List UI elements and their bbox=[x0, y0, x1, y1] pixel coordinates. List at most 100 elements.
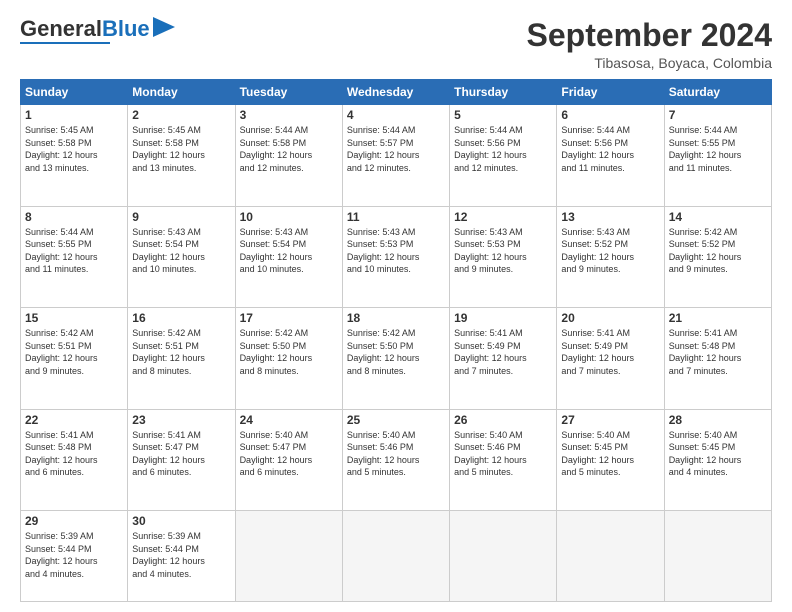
calendar-cell: 22Sunrise: 5:41 AM Sunset: 5:48 PM Dayli… bbox=[21, 409, 128, 510]
day-info: Sunrise: 5:41 AM Sunset: 5:48 PM Dayligh… bbox=[669, 327, 767, 377]
day-info: Sunrise: 5:39 AM Sunset: 5:44 PM Dayligh… bbox=[25, 530, 123, 580]
day-number: 18 bbox=[347, 311, 445, 325]
logo: GeneralBlue bbox=[20, 18, 175, 44]
calendar-cell bbox=[450, 511, 557, 602]
calendar-cell: 20Sunrise: 5:41 AM Sunset: 5:49 PM Dayli… bbox=[557, 308, 664, 409]
day-number: 14 bbox=[669, 210, 767, 224]
calendar-row: 22Sunrise: 5:41 AM Sunset: 5:48 PM Dayli… bbox=[21, 409, 772, 510]
day-number: 17 bbox=[240, 311, 338, 325]
day-number: 10 bbox=[240, 210, 338, 224]
day-info: Sunrise: 5:45 AM Sunset: 5:58 PM Dayligh… bbox=[132, 124, 230, 174]
calendar-cell: 14 Sunrise: 5:42 AM Sunset: 5:52 PM Dayli… bbox=[664, 206, 771, 307]
day-info: Sunrise: 5:43 AM Sunset: 5:53 PM Dayligh… bbox=[454, 226, 552, 276]
day-info: Sunrise: 5:45 AM Sunset: 5:58 PM Dayligh… bbox=[25, 124, 123, 174]
calendar-cell: 11 Sunrise: 5:43 AM Sunset: 5:53 PM Dayli… bbox=[342, 206, 449, 307]
calendar-cell bbox=[235, 511, 342, 602]
col-header-tuesday: Tuesday bbox=[235, 80, 342, 105]
day-info: Sunrise: 5:42 AM Sunset: 5:51 PM Dayligh… bbox=[25, 327, 123, 377]
col-header-friday: Friday bbox=[557, 80, 664, 105]
day-info: Sunrise: 5:43 AM Sunset: 5:53 PM Dayligh… bbox=[347, 226, 445, 276]
calendar-cell bbox=[342, 511, 449, 602]
day-number: 8 bbox=[25, 210, 123, 224]
day-number: 21 bbox=[669, 311, 767, 325]
calendar-cell: 15 Sunrise: 5:42 AM Sunset: 5:51 PM Dayli… bbox=[21, 308, 128, 409]
day-info: Sunrise: 5:42 AM Sunset: 5:51 PM Dayligh… bbox=[132, 327, 230, 377]
calendar-header-row: SundayMondayTuesdayWednesdayThursdayFrid… bbox=[21, 80, 772, 105]
day-number: 23 bbox=[132, 413, 230, 427]
day-info: Sunrise: 5:41 AM Sunset: 5:49 PM Dayligh… bbox=[561, 327, 659, 377]
day-number: 12 bbox=[454, 210, 552, 224]
day-number: 27 bbox=[561, 413, 659, 427]
day-info: Sunrise: 5:43 AM Sunset: 5:54 PM Dayligh… bbox=[132, 226, 230, 276]
day-number: 28 bbox=[669, 413, 767, 427]
logo-underline bbox=[20, 42, 110, 44]
day-info: Sunrise: 5:40 AM Sunset: 5:46 PM Dayligh… bbox=[454, 429, 552, 479]
logo-blue: Blue bbox=[102, 16, 150, 41]
day-number: 7 bbox=[669, 108, 767, 122]
calendar-cell: 6Sunrise: 5:44 AM Sunset: 5:56 PM Daylig… bbox=[557, 105, 664, 206]
calendar-cell: 23Sunrise: 5:41 AM Sunset: 5:47 PM Dayli… bbox=[128, 409, 235, 510]
day-number: 6 bbox=[561, 108, 659, 122]
page: GeneralBlue September 2024 Tibasosa, Boy… bbox=[0, 0, 792, 612]
calendar-row: 15 Sunrise: 5:42 AM Sunset: 5:51 PM Dayli… bbox=[21, 308, 772, 409]
calendar-cell bbox=[557, 511, 664, 602]
calendar-cell: 25 Sunrise: 5:40 AM Sunset: 5:46 PM Dayli… bbox=[342, 409, 449, 510]
day-info: Sunrise: 5:40 AM Sunset: 5:45 PM Dayligh… bbox=[669, 429, 767, 479]
day-info: Sunrise: 5:44 AM Sunset: 5:55 PM Dayligh… bbox=[669, 124, 767, 174]
calendar-cell: 24Sunrise: 5:40 AM Sunset: 5:47 PM Dayli… bbox=[235, 409, 342, 510]
day-info: Sunrise: 5:44 AM Sunset: 5:58 PM Dayligh… bbox=[240, 124, 338, 174]
day-info: Sunrise: 5:42 AM Sunset: 5:50 PM Dayligh… bbox=[347, 327, 445, 377]
logo-text: GeneralBlue bbox=[20, 18, 150, 40]
day-info: Sunrise: 5:43 AM Sunset: 5:54 PM Dayligh… bbox=[240, 226, 338, 276]
day-info: Sunrise: 5:41 AM Sunset: 5:49 PM Dayligh… bbox=[454, 327, 552, 377]
calendar-cell bbox=[664, 511, 771, 602]
title-block: September 2024 Tibasosa, Boyaca, Colombi… bbox=[527, 18, 772, 71]
day-info: Sunrise: 5:43 AM Sunset: 5:52 PM Dayligh… bbox=[561, 226, 659, 276]
day-number: 30 bbox=[132, 514, 230, 528]
calendar-row: 1 Sunrise: 5:45 AM Sunset: 5:58 PM Daylig… bbox=[21, 105, 772, 206]
day-info: Sunrise: 5:40 AM Sunset: 5:46 PM Dayligh… bbox=[347, 429, 445, 479]
calendar-cell: 8Sunrise: 5:44 AM Sunset: 5:55 PM Daylig… bbox=[21, 206, 128, 307]
calendar-cell: 29 Sunrise: 5:39 AM Sunset: 5:44 PM Dayli… bbox=[21, 511, 128, 602]
calendar-cell: 10 Sunrise: 5:43 AM Sunset: 5:54 PM Dayli… bbox=[235, 206, 342, 307]
day-info: Sunrise: 5:39 AM Sunset: 5:44 PM Dayligh… bbox=[132, 530, 230, 580]
calendar-cell: 18 Sunrise: 5:42 AM Sunset: 5:50 PM Dayli… bbox=[342, 308, 449, 409]
day-number: 16 bbox=[132, 311, 230, 325]
col-header-saturday: Saturday bbox=[664, 80, 771, 105]
day-number: 26 bbox=[454, 413, 552, 427]
day-info: Sunrise: 5:40 AM Sunset: 5:45 PM Dayligh… bbox=[561, 429, 659, 479]
logo-icon bbox=[153, 17, 175, 37]
day-number: 13 bbox=[561, 210, 659, 224]
header: GeneralBlue September 2024 Tibasosa, Boy… bbox=[20, 18, 772, 71]
col-header-thursday: Thursday bbox=[450, 80, 557, 105]
day-number: 2 bbox=[132, 108, 230, 122]
calendar-cell: 9 Sunrise: 5:43 AM Sunset: 5:54 PM Daylig… bbox=[128, 206, 235, 307]
col-header-monday: Monday bbox=[128, 80, 235, 105]
calendar-cell: 3 Sunrise: 5:44 AM Sunset: 5:58 PM Daylig… bbox=[235, 105, 342, 206]
calendar-cell: 7 Sunrise: 5:44 AM Sunset: 5:55 PM Daylig… bbox=[664, 105, 771, 206]
day-info: Sunrise: 5:42 AM Sunset: 5:50 PM Dayligh… bbox=[240, 327, 338, 377]
col-header-wednesday: Wednesday bbox=[342, 80, 449, 105]
col-header-sunday: Sunday bbox=[21, 80, 128, 105]
day-number: 19 bbox=[454, 311, 552, 325]
calendar-cell: 2 Sunrise: 5:45 AM Sunset: 5:58 PM Daylig… bbox=[128, 105, 235, 206]
day-number: 29 bbox=[25, 514, 123, 528]
calendar-row: 8Sunrise: 5:44 AM Sunset: 5:55 PM Daylig… bbox=[21, 206, 772, 307]
location: Tibasosa, Boyaca, Colombia bbox=[527, 55, 772, 71]
day-number: 9 bbox=[132, 210, 230, 224]
day-info: Sunrise: 5:44 AM Sunset: 5:56 PM Dayligh… bbox=[454, 124, 552, 174]
day-info: Sunrise: 5:42 AM Sunset: 5:52 PM Dayligh… bbox=[669, 226, 767, 276]
calendar-cell: 21 Sunrise: 5:41 AM Sunset: 5:48 PM Dayli… bbox=[664, 308, 771, 409]
calendar-cell: 19 Sunrise: 5:41 AM Sunset: 5:49 PM Dayli… bbox=[450, 308, 557, 409]
day-info: Sunrise: 5:41 AM Sunset: 5:48 PM Dayligh… bbox=[25, 429, 123, 479]
day-number: 25 bbox=[347, 413, 445, 427]
calendar-cell: 27 Sunrise: 5:40 AM Sunset: 5:45 PM Dayli… bbox=[557, 409, 664, 510]
day-number: 11 bbox=[347, 210, 445, 224]
day-info: Sunrise: 5:44 AM Sunset: 5:57 PM Dayligh… bbox=[347, 124, 445, 174]
day-number: 15 bbox=[25, 311, 123, 325]
day-number: 1 bbox=[25, 108, 123, 122]
day-number: 3 bbox=[240, 108, 338, 122]
calendar-cell: 13 Sunrise: 5:43 AM Sunset: 5:52 PM Dayli… bbox=[557, 206, 664, 307]
logo-top: GeneralBlue bbox=[20, 18, 175, 40]
calendar-cell: 28 Sunrise: 5:40 AM Sunset: 5:45 PM Dayli… bbox=[664, 409, 771, 510]
